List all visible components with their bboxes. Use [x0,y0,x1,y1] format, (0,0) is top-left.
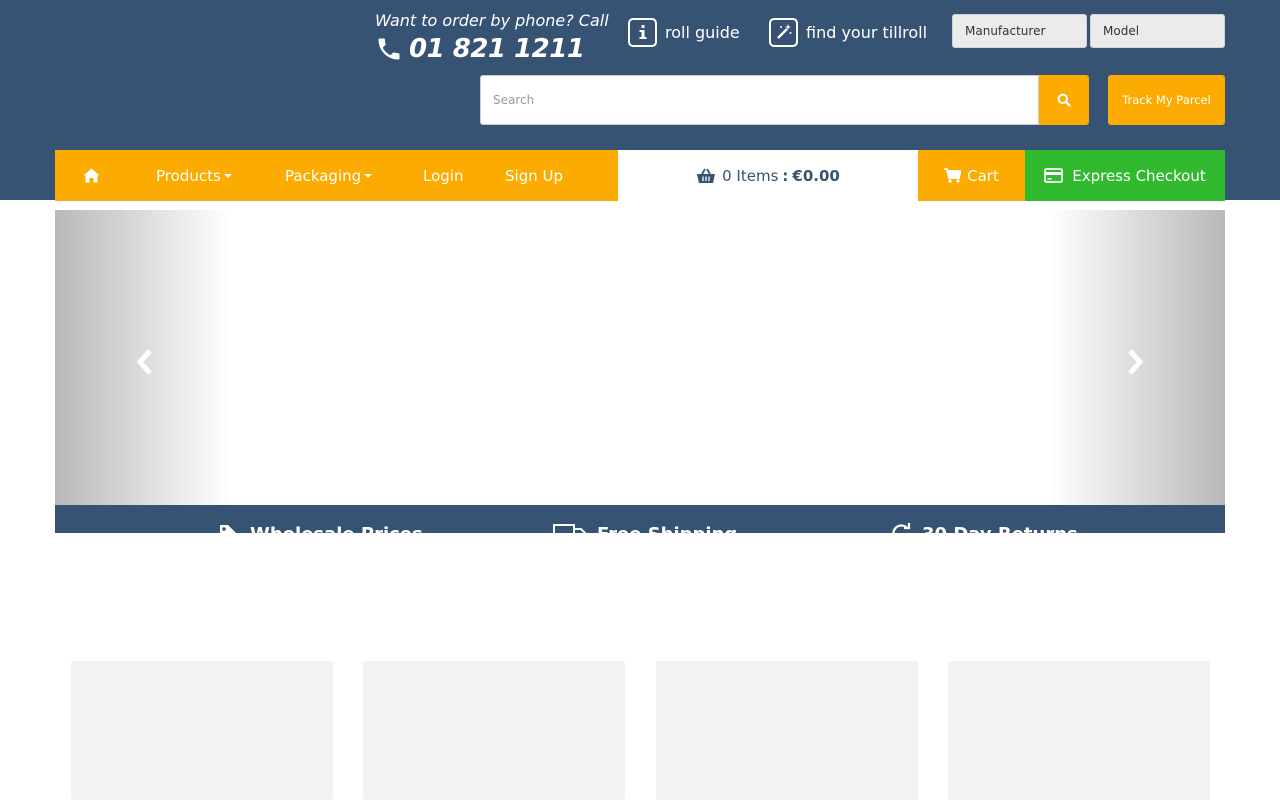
home-icon [83,168,100,183]
track-parcel-button[interactable]: Track My Parcel [1108,75,1225,125]
info-icon [628,17,657,47]
basket-separator: : [782,166,789,185]
magic-wand-icon [769,17,798,47]
find-tillroll-label: find your tillroll [806,22,928,42]
feature-returns-label: 30 Day Returns [922,524,1078,534]
chevron-left-icon [136,349,152,375]
truck-icon [553,524,587,533]
nav-signup-label: Sign Up [505,166,563,185]
caret-down-icon [364,173,373,178]
product-card[interactable] [656,661,918,800]
product-card[interactable] [948,661,1210,800]
feature-wholesale: Wholesale Prices [218,523,423,533]
nav-item-packaging[interactable]: Packaging [285,150,373,201]
roll-guide-label: roll guide [665,22,740,42]
tag-icon [220,525,236,533]
nav-item-products[interactable]: Products [156,150,232,201]
feature-wholesale-label: Wholesale Prices [250,524,423,534]
phone-icon [378,38,400,60]
manufacturer-select[interactable]: Manufacturer [952,14,1087,48]
search-input[interactable] [480,75,1039,125]
carousel-next-button[interactable] [1050,210,1225,505]
express-checkout-label: Express Checkout [1072,166,1206,185]
phone-number: 01 821 1211 [409,34,585,64]
nav-item-login[interactable]: Login [423,150,463,201]
roll-guide-link[interactable]: roll guide [628,17,740,47]
phone-order-block: Want to order by phone? Call 01 821 1211 [375,10,615,65]
main-nav: Products Packaging Login Sign Up [55,150,618,201]
basket-total: €0.00 [792,166,840,185]
chevron-right-icon [1128,349,1144,375]
basket-items-count: 0 Items [722,166,779,185]
phone-row[interactable]: 01 821 1211 [375,33,615,65]
feature-shipping-label: Free Shipping [597,524,737,534]
nav-login-label: Login [423,166,464,185]
credit-card-icon [1044,168,1064,183]
basket-summary[interactable]: 0 Items : €0.00 [618,150,918,201]
cart-button[interactable]: Cart [918,150,1025,201]
caret-down-icon [223,173,232,178]
cart-label: Cart [967,166,999,185]
express-checkout-button[interactable]: Express Checkout [1025,150,1225,201]
product-card[interactable] [71,661,333,800]
search-icon [1057,93,1071,107]
features-bar: Wholesale Prices Free Shipping 30 Day Re… [55,505,1225,533]
nav-item-home[interactable] [83,150,100,201]
refresh-icon [892,523,911,533]
nav-packaging-label: Packaging [285,166,362,185]
feature-returns: 30 Day Returns [890,523,1078,533]
phone-prompt: Want to order by phone? Call [375,11,609,30]
model-select[interactable]: Model [1090,14,1225,48]
nav-item-signup[interactable]: Sign Up [505,150,563,201]
search-bar [480,75,1089,125]
nav-products-label: Products [156,166,221,185]
find-tillroll-link[interactable]: find your tillroll [769,17,927,47]
feature-shipping: Free Shipping [553,523,737,533]
search-button[interactable] [1039,75,1089,125]
cart-icon [944,168,962,183]
carousel-prev-button[interactable] [55,210,230,505]
hero-carousel [55,210,1225,505]
product-card[interactable] [363,661,625,800]
basket-icon [697,168,716,183]
